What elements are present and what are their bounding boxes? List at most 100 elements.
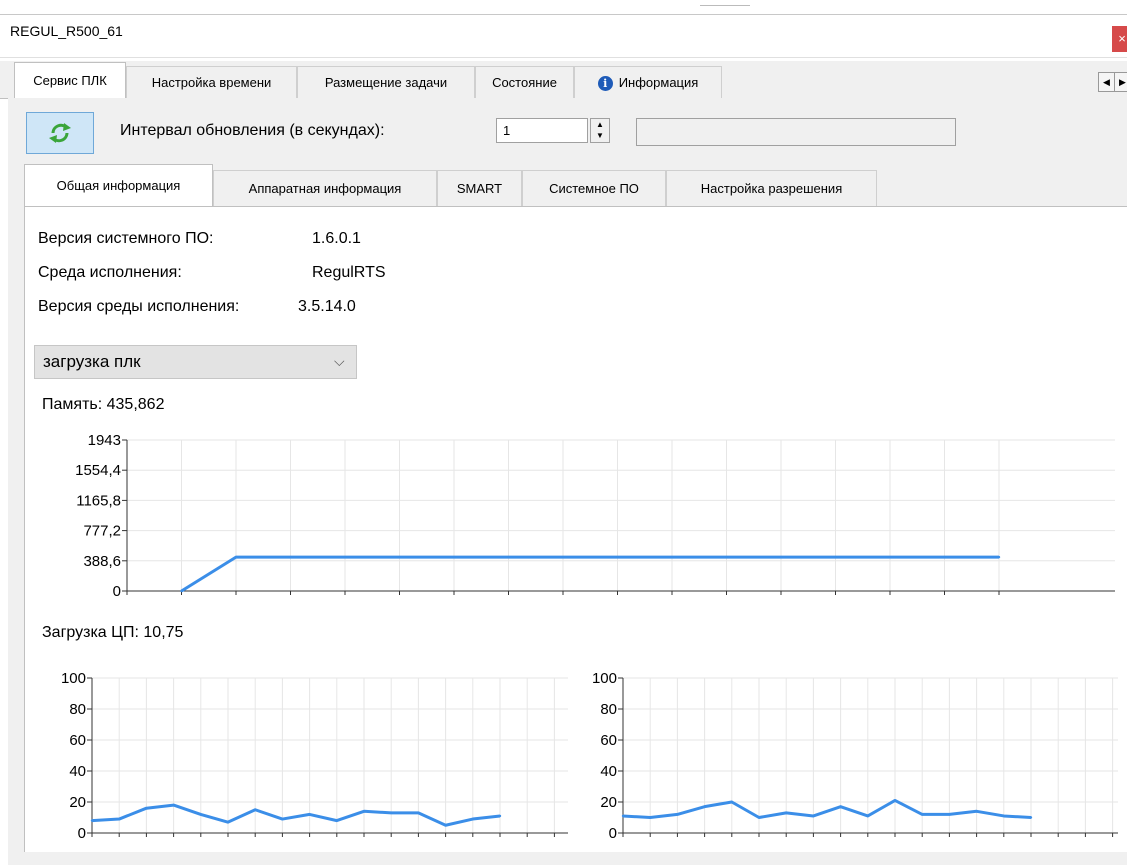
data-point: [1029, 816, 1033, 819]
runtime-version-label: Версия среды исполнения:: [38, 298, 240, 315]
data-point: [507, 555, 510, 559]
y-tick-label: 100: [592, 670, 617, 687]
chevron-down-icon: ⌵: [334, 353, 345, 369]
y-tick-label: 0: [78, 825, 86, 842]
data-point: [975, 810, 978, 813]
data-point: [670, 555, 674, 559]
tab-task-placement[interactable]: Размещение задачи: [297, 66, 475, 98]
data-point: [779, 555, 783, 559]
memory-value: 435,862: [106, 396, 165, 413]
cpu-label: Загрузка ЦП: 10,75: [42, 624, 183, 642]
top-edge-line: [700, 0, 750, 6]
info-icon: i: [597, 76, 613, 92]
y-tick-label: 20: [600, 794, 617, 811]
data-point: [725, 555, 728, 559]
y-tick-label: 80: [69, 701, 86, 718]
data-point: [343, 555, 347, 559]
data-point: [90, 819, 94, 822]
runtime-version-value: 3.5.14.0: [298, 298, 356, 315]
mode-select[interactable]: загрузка плк: [34, 345, 357, 379]
data-point: [498, 814, 502, 818]
data-point: [199, 813, 202, 816]
data-point: [444, 824, 447, 827]
data-point: [172, 803, 175, 807]
series-line: [622, 798, 1032, 819]
data-point: [289, 555, 292, 559]
data-point: [226, 820, 230, 824]
data-point: [893, 799, 897, 802]
tab-plc-service[interactable]: Сервис ПЛК: [14, 62, 126, 99]
data-point: [398, 555, 401, 559]
data-point: [1002, 814, 1005, 818]
system-software-version-value: 1.6.0.1: [312, 230, 361, 247]
tab-scroll-left-button[interactable]: ◀: [1098, 72, 1115, 92]
data-point: [888, 555, 892, 559]
tab-label: Информация: [618, 75, 699, 90]
tab-label: Аппаратная информация: [248, 181, 402, 196]
tab-label: Размещение задачи: [324, 75, 448, 90]
y-tick-label: 1165,8: [76, 492, 121, 509]
y-tick-label: 40: [69, 763, 86, 780]
cpu-label-text: Загрузка ЦП:: [42, 624, 139, 641]
tab-smart[interactable]: SMART: [437, 170, 522, 206]
data-point: [616, 555, 619, 559]
runtime-label: Среда исполнения:: [38, 264, 182, 281]
tab-label: Настройка времени: [151, 75, 272, 90]
refresh-icon: [49, 123, 71, 143]
cpu-chart-1: 0 20 40 60 80 100: [61, 670, 568, 842]
tab-resolution-settings[interactable]: Настройка разрешения: [666, 170, 877, 206]
y-tick-label: 20: [69, 794, 86, 811]
y-tick-label: 0: [113, 583, 121, 600]
tab-general-info[interactable]: Общая информация: [24, 164, 213, 207]
series-line: [91, 803, 501, 827]
memory-label: Память: 435,862: [42, 396, 164, 414]
y-tick-label: 388,6: [83, 553, 121, 570]
data-point: [921, 813, 924, 816]
y-tick-label: 60: [600, 732, 617, 749]
data-point: [561, 555, 565, 559]
tab-label: SMART: [456, 181, 503, 196]
data-point: [362, 810, 366, 813]
data-point: [834, 555, 837, 559]
series-line: [180, 555, 999, 593]
tab-system-software[interactable]: Системное ПО: [522, 170, 666, 206]
data-point: [866, 814, 869, 818]
tab-state[interactable]: Состояние: [475, 66, 574, 98]
tab-scroll-right-button[interactable]: ▶: [1114, 72, 1127, 92]
y-tick-label: 80: [600, 701, 617, 718]
data-point: [730, 800, 733, 804]
window-title: REGUL_R500_61: [10, 23, 123, 39]
tab-label: Состояние: [492, 75, 557, 90]
y-tick-label: 0: [609, 825, 617, 842]
data-point: [948, 813, 951, 816]
data-point: [417, 811, 420, 815]
y-tick-label: 100: [61, 670, 86, 687]
tab-label: Системное ПО: [549, 181, 639, 196]
data-point: [785, 811, 788, 815]
data-point: [649, 816, 652, 819]
data-point: [812, 814, 815, 818]
data-point: [390, 811, 393, 815]
interval-spinner[interactable]: ▲ ▼: [590, 118, 610, 143]
refresh-button[interactable]: [26, 112, 94, 154]
data-point: [118, 817, 121, 821]
data-point: [997, 555, 1001, 559]
tab-information[interactable]: i Информация: [574, 66, 722, 98]
close-button[interactable]: ×: [1112, 26, 1127, 52]
data-point: [308, 813, 311, 816]
title-bar: [0, 14, 1127, 58]
tab-time-settings[interactable]: Настройка времени: [126, 66, 297, 98]
data-point: [254, 808, 257, 811]
tab-hardware-info[interactable]: Аппаратная информация: [213, 170, 437, 206]
data-point: [839, 805, 842, 808]
data-point: [180, 589, 183, 593]
memory-chart: 0 388,6 777,2 1165,8 1554,4 1943: [75, 432, 1115, 600]
data-point: [234, 555, 238, 559]
y-tick-label: 1554,4: [75, 462, 121, 479]
data-point: [281, 817, 284, 821]
data-point: [621, 814, 625, 818]
cpu-chart-2: 0 20 40 60 80 100: [592, 670, 1118, 842]
interval-input[interactable]: 1: [496, 118, 588, 143]
system-software-version-label: Версия системного ПО:: [38, 230, 214, 247]
data-point: [471, 817, 474, 821]
